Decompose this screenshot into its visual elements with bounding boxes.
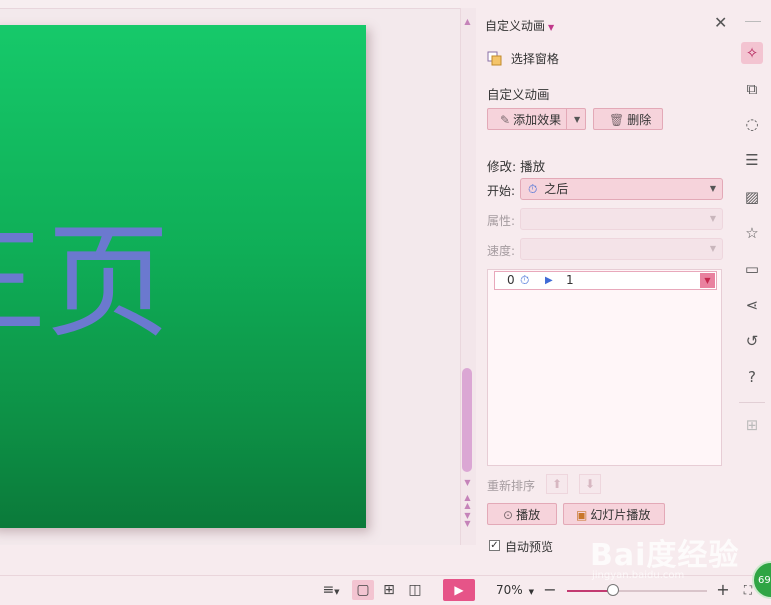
notes-menu-icon[interactable]: ≡▼: [318, 580, 344, 600]
clock-icon: ⏱: [528, 182, 538, 196]
start-label: 开始:: [487, 184, 516, 198]
add-effect-button[interactable]: ✎ 添加效果 ▼: [487, 108, 586, 130]
animation-list[interactable]: [487, 269, 722, 466]
reorder-label: 重新排序: [487, 479, 536, 493]
slide-sorter-icon[interactable]: ⊞: [378, 580, 400, 600]
watermark-logo: Bai度经验: [590, 538, 740, 573]
close-icon[interactable]: ✕: [714, 14, 727, 32]
chevron-down-icon: ▼: [574, 115, 581, 124]
arrow-down-icon: ⬇: [584, 477, 596, 491]
zoom-level[interactable]: 70% ▼: [496, 583, 534, 597]
chevron-down-icon: ▼: [709, 184, 716, 193]
panel-title[interactable]: 自定义动画 ▼: [485, 17, 554, 34]
animation-icon[interactable]: ✧: [741, 42, 763, 64]
modify-label: 修改: 播放: [487, 159, 546, 174]
slide-title-text: 三页: [0, 211, 170, 355]
delete-button[interactable]: 🗑 删除: [593, 108, 663, 130]
pencil-icon: ✎: [500, 113, 511, 127]
chevron-down-icon: ▼: [709, 214, 716, 223]
help-icon[interactable]: ?: [741, 366, 763, 388]
property-label: 属性:: [487, 214, 516, 228]
zoom-out-icon[interactable]: −: [541, 580, 559, 600]
zoom-value: 70%: [496, 583, 523, 597]
scroll-thumb[interactable]: [462, 368, 472, 472]
add-effect-label: 添加效果: [513, 113, 562, 127]
slideshow-play-button[interactable]: ▶: [443, 579, 475, 601]
projector-icon: ▣: [576, 508, 588, 522]
chevron-down-icon: ▼: [709, 244, 716, 253]
slide-thumbnail[interactable]: 三页: [0, 25, 366, 528]
start-value: 之后: [544, 182, 569, 196]
history-icon[interactable]: ↺: [741, 330, 763, 352]
shapes-icon[interactable]: ◌: [741, 113, 763, 135]
slide-canvas[interactable]: 三页: [0, 0, 460, 545]
list-item-index: 0: [507, 273, 515, 287]
play-button[interactable]: ⊙ 播放: [487, 503, 557, 525]
star-icon[interactable]: ☆: [741, 222, 763, 244]
play-label: 播放: [516, 508, 541, 522]
watermark-url: jingyan.baidu.com: [592, 570, 685, 581]
selection-pane-button[interactable]: 选择窗格: [487, 50, 559, 67]
settings-sliders-icon[interactable]: ☰: [741, 149, 763, 171]
property-select[interactable]: ▼: [520, 208, 723, 230]
prev-page-icon[interactable]: ▲ ▲: [461, 494, 474, 510]
scroll-down-icon[interactable]: ▼: [461, 478, 474, 487]
panel-title-text: 自定义动画: [485, 19, 546, 33]
slideshow-button[interactable]: ▣ 幻灯片播放: [563, 503, 665, 525]
toolbar-grip: [745, 21, 761, 22]
share-icon[interactable]: ⋖: [741, 294, 763, 316]
play-icon: ▶: [454, 583, 464, 597]
reading-view-icon[interactable]: ◫: [404, 580, 426, 600]
slideshow-label: 幻灯片播放: [590, 508, 651, 522]
list-item[interactable]: 0 ⏱ ▶ 1 ▼: [494, 271, 717, 290]
ruler-strip: [0, 0, 460, 9]
move-down-button[interactable]: ⬇: [579, 474, 601, 494]
clock-icon: ⏱: [520, 273, 530, 287]
zoom-in-icon[interactable]: +: [714, 580, 732, 600]
chevron-down-icon: ▼: [548, 23, 555, 32]
image-icon[interactable]: ▨: [741, 186, 763, 208]
section-title: 自定义动画: [487, 87, 550, 102]
chevron-down-icon: ▼: [528, 588, 535, 596]
speed-label: 速度:: [487, 244, 516, 258]
delete-label: 删除: [627, 113, 652, 127]
play-circle-icon: ⊙: [503, 508, 514, 522]
normal-view-icon[interactable]: ▢: [352, 580, 374, 600]
scroll-up-icon[interactable]: ▲: [461, 17, 474, 26]
archive-icon[interactable]: ▭: [741, 258, 763, 280]
list-item-name: 1: [566, 273, 574, 287]
toolbar-divider: [739, 402, 765, 403]
transition-icon[interactable]: ⧉: [741, 78, 763, 100]
start-select[interactable]: ⏱ 之后 ▼: [520, 178, 723, 200]
move-up-button[interactable]: ⬆: [546, 474, 568, 494]
apps-grid-icon[interactable]: ⊞: [741, 414, 763, 436]
autopreview-label: 自动预览: [505, 540, 554, 554]
selection-pane-label: 选择窗格: [510, 52, 559, 66]
trash-icon: 🗑: [609, 113, 625, 127]
arrow-up-icon: ⬆: [551, 477, 563, 491]
chevron-down-icon[interactable]: ▼: [700, 273, 715, 288]
next-page-icon[interactable]: ▼ ▼: [461, 512, 474, 528]
play-triangle-icon: ▶: [545, 275, 553, 286]
zoom-slider-knob[interactable]: [607, 584, 619, 596]
autopreview-checkbox[interactable]: ✓: [489, 540, 500, 551]
speed-select[interactable]: ▼: [520, 238, 723, 260]
selection-pane-icon: [487, 51, 502, 65]
